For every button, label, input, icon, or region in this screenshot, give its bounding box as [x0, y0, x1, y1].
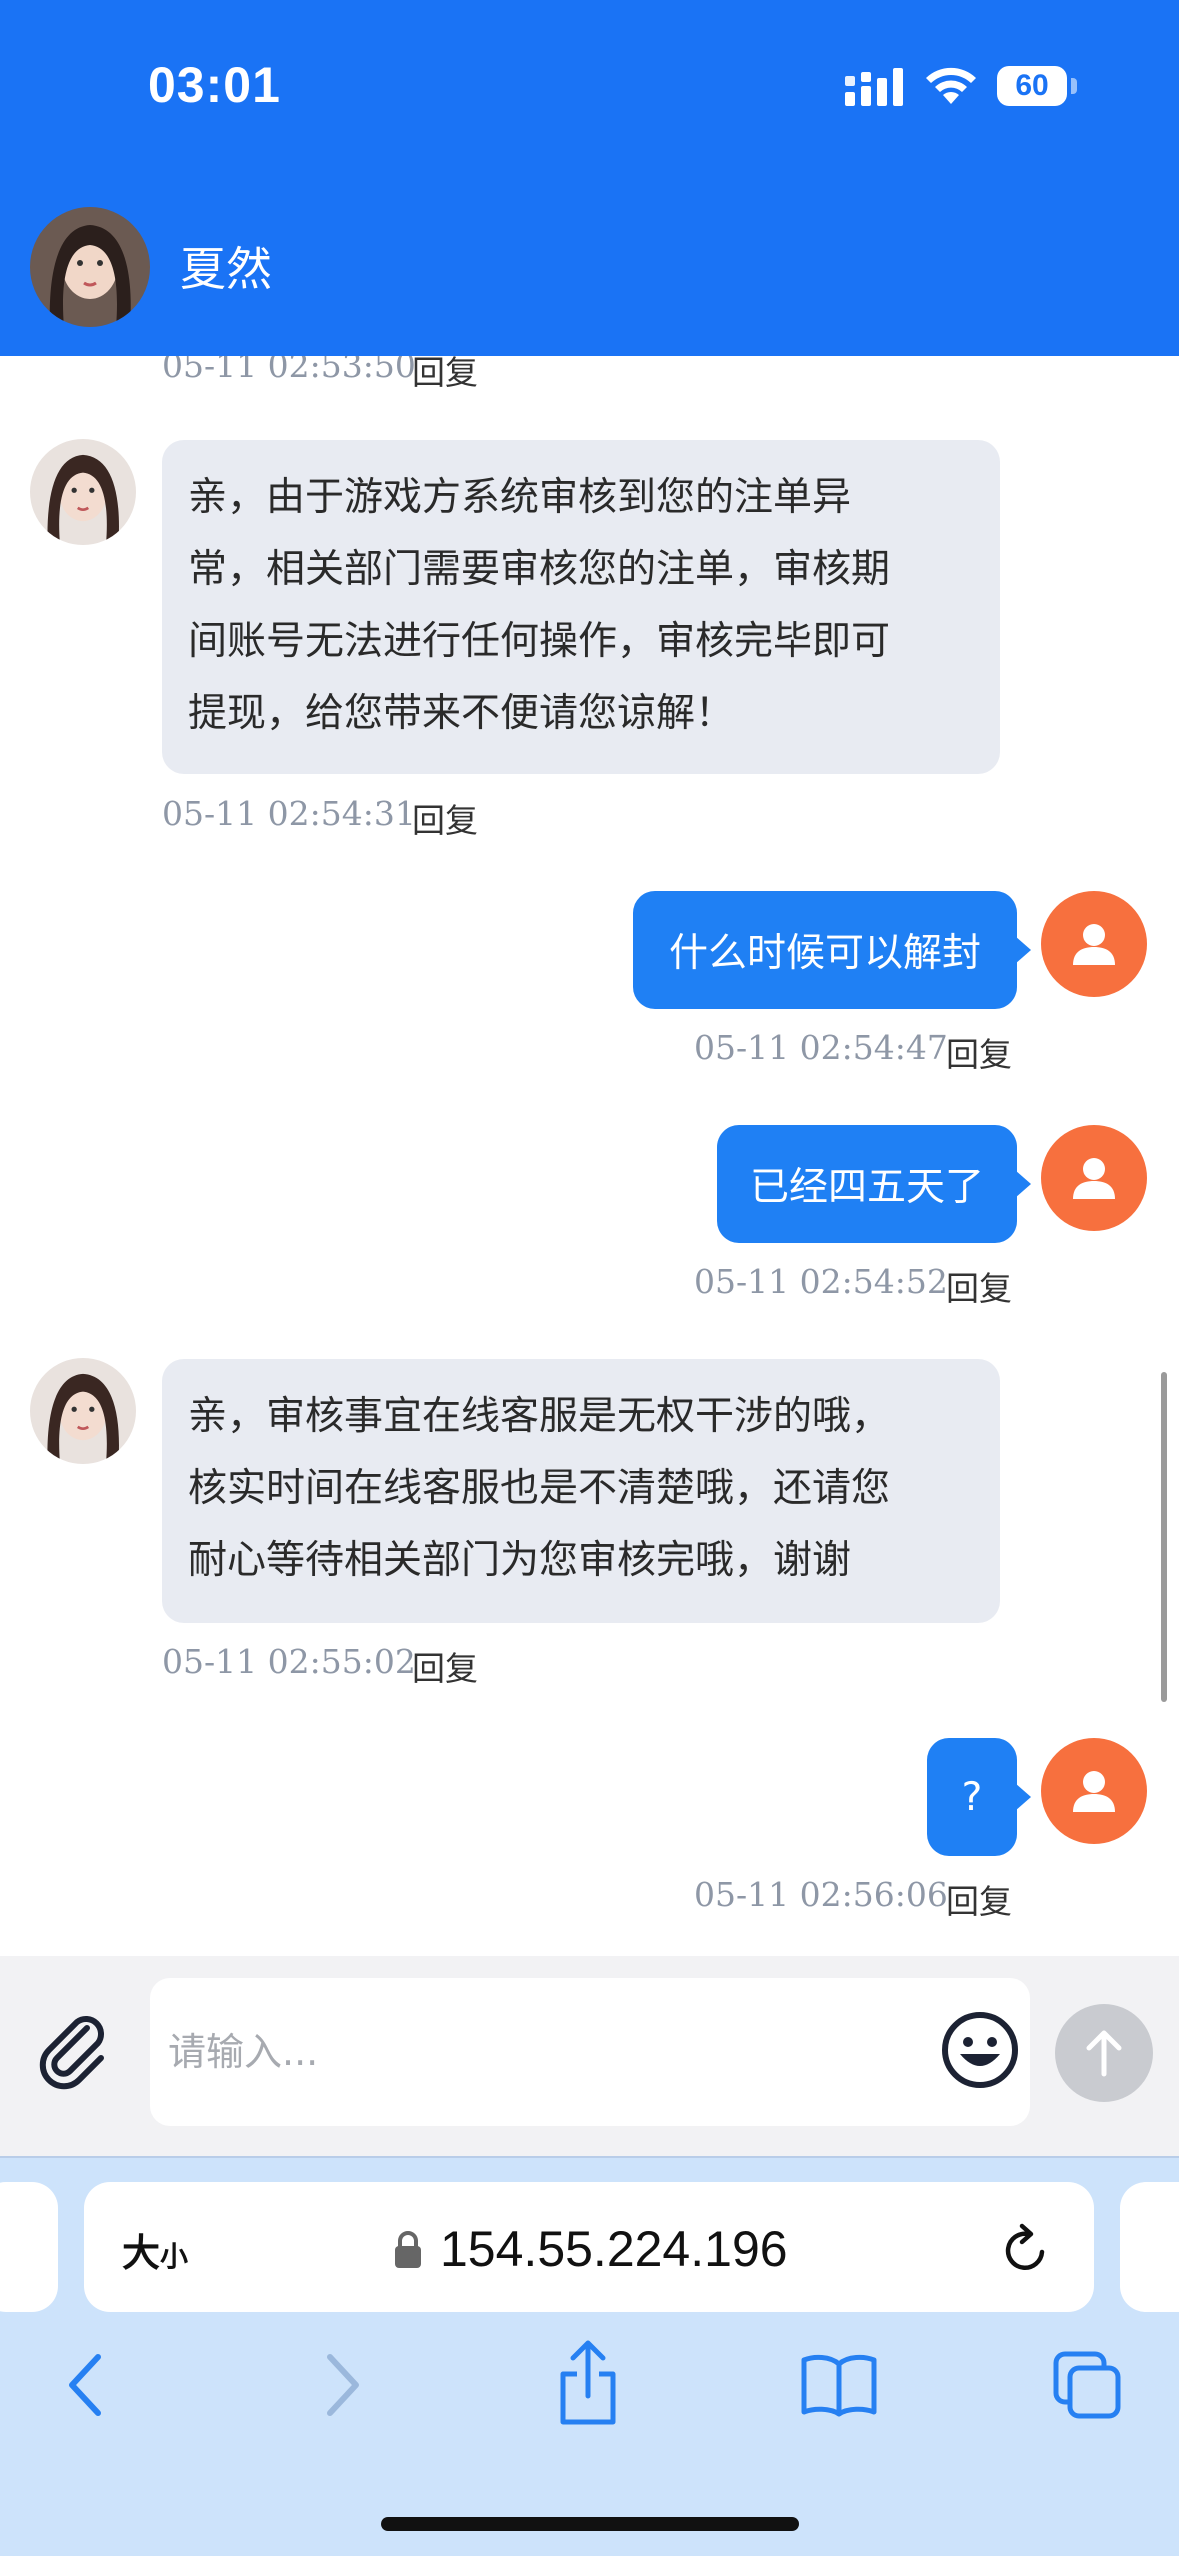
contact-avatar[interactable]	[30, 1358, 136, 1464]
message-text: ?	[961, 1774, 983, 1820]
reload-icon[interactable]	[998, 2222, 1054, 2278]
chat-message-list[interactable]: 05-11 02:53:50 回复 亲，由于游戏方系统审核到您的注单异 常，相关…	[0, 356, 1179, 1956]
message-text: 什么时候可以解封	[668, 931, 981, 976]
contact-avatar[interactable]	[30, 207, 150, 327]
user-avatar[interactable]	[1041, 1738, 1147, 1844]
message-timestamp: 05-11 02:54:52	[694, 1262, 948, 1301]
message-timestamp: 05-11 02:54:47	[694, 1028, 948, 1067]
message-line: 提现，给您带来不便请您谅解！	[188, 691, 735, 736]
user-avatar[interactable]	[1041, 1125, 1147, 1231]
message-bubble-outgoing: 已经四五天了	[717, 1125, 1031, 1243]
message-line: 耐心等待相关部门为您审核完哦，谢谢	[188, 1538, 852, 1583]
forward-icon[interactable]	[318, 2345, 368, 2425]
text-size-small: 小	[160, 2240, 189, 2273]
status-bar: 03:01 60	[0, 0, 1179, 170]
message-bubble-incoming: 亲，由于游戏方系统审核到您的注单异 常，相关部门需要审核您的注单，审核期 间账号…	[162, 440, 1000, 774]
message-line: 亲，审核事宜在线客服是无权干涉的哦，	[188, 1394, 891, 1439]
status-time: 03:01	[148, 57, 281, 113]
contact-avatar[interactable]	[30, 439, 136, 545]
reply-link[interactable]: 回复	[946, 1262, 1012, 1310]
next-tab-preview[interactable]	[1120, 2182, 1179, 2312]
previous-tab-preview[interactable]	[0, 2182, 58, 2312]
message-input[interactable]	[150, 1978, 1030, 2126]
bubble-tail	[1015, 936, 1031, 964]
bookmarks-icon[interactable]	[800, 2352, 878, 2418]
send-button[interactable]	[1055, 2004, 1153, 2102]
message-line: 核实时间在线客服也是不清楚哦，还请您	[188, 1466, 891, 1511]
message-line: 常，相关部门需要审核您的注单，审核期	[188, 547, 891, 592]
chat-scrollbar[interactable]	[1161, 1372, 1167, 1702]
message-timestamp: 05-11 02:54:31	[162, 794, 416, 833]
bubble-tail	[1015, 1783, 1031, 1811]
battery-tip	[1071, 78, 1077, 94]
text-size-big: 大	[122, 2231, 161, 2275]
message-timestamp: 05-11 02:56:06	[694, 1875, 948, 1914]
home-indicator[interactable]	[381, 2517, 799, 2531]
paperclip-icon[interactable]	[35, 2010, 115, 2090]
text-size-button[interactable]: 大小	[122, 2222, 188, 2277]
message-timestamp: 05-11 02:53:50	[162, 356, 416, 385]
chat-header: 03:01 60 夏然	[0, 0, 1179, 356]
share-icon[interactable]	[553, 2338, 623, 2428]
reply-link[interactable]: 回复	[946, 1875, 1012, 1923]
battery-level: 60	[1015, 69, 1049, 102]
battery-icon: 60	[997, 66, 1067, 106]
message-bubble-outgoing: 什么时候可以解封	[633, 891, 1031, 1009]
reply-link[interactable]: 回复	[412, 794, 478, 842]
message-text: 已经四五天了	[749, 1165, 984, 1210]
back-icon[interactable]	[60, 2345, 110, 2425]
reply-link[interactable]: 回复	[412, 1642, 478, 1690]
url-text[interactable]: 154.55.224.196	[440, 2220, 788, 2278]
contact-name: 夏然	[180, 242, 272, 296]
message-bubble-outgoing: ?	[927, 1738, 1031, 1856]
arrow-up-icon	[1086, 2030, 1122, 2077]
message-line: 间账号无法进行任何操作，审核完毕即可	[188, 619, 891, 664]
message-line: 亲，由于游戏方系统审核到您的注单异	[188, 475, 852, 520]
user-icon	[1073, 924, 1115, 965]
message-timestamp: 05-11 02:55:02	[162, 1642, 416, 1681]
user-icon	[1073, 1158, 1115, 1199]
bubble-tail	[1015, 1170, 1031, 1198]
tabs-icon[interactable]	[1052, 2350, 1124, 2422]
lock-icon	[395, 2231, 421, 2268]
emoji-icon[interactable]	[940, 2010, 1020, 2090]
message-bubble-incoming: 亲，审核事宜在线客服是无权干涉的哦， 核实时间在线客服也是不清楚哦，还请您 耐心…	[162, 1359, 1000, 1623]
user-icon	[1073, 1771, 1115, 1812]
signal-icon	[845, 68, 903, 106]
wifi-icon	[926, 67, 976, 104]
user-avatar[interactable]	[1041, 891, 1147, 997]
reply-link[interactable]: 回复	[412, 356, 478, 394]
reply-link[interactable]: 回复	[946, 1028, 1012, 1076]
